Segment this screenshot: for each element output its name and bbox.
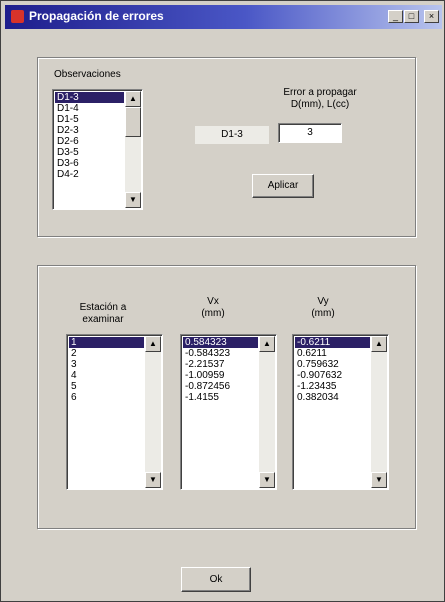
- station-list[interactable]: 123456 ▲ ▼: [66, 334, 163, 490]
- vy-item[interactable]: -1.23435: [295, 381, 370, 392]
- scroll-up-icon[interactable]: ▲: [371, 336, 387, 352]
- station-item[interactable]: 1: [69, 337, 144, 348]
- close-icon[interactable]: ×: [424, 10, 439, 23]
- current-observation: D1-3: [195, 126, 269, 144]
- observation-item[interactable]: D4-2: [55, 169, 124, 180]
- vy-label-line2: (mm): [311, 308, 335, 319]
- vx-item[interactable]: -1.00959: [183, 370, 258, 381]
- observations-label: Observaciones: [54, 69, 121, 80]
- vy-list[interactable]: -0.6211 0.6211 0.759632 -0.907632 -1.23435 0.…: [292, 334, 389, 490]
- vy-items: -0.6211 0.6211 0.759632 -0.907632 -1.23435 0.…: [295, 337, 370, 403]
- station-scrollbar[interactable]: ▲ ▼: [145, 336, 161, 488]
- apply-button[interactable]: Aplicar: [252, 174, 314, 198]
- scroll-down-icon[interactable]: ▼: [125, 192, 141, 208]
- observations-panel: Observaciones D1-3 D1-4 D1-5 D2-3 D2-6 D3-5 D3…: [37, 57, 416, 237]
- vx-item[interactable]: -0.872456: [183, 381, 258, 392]
- station-label-line1: Estación a: [79, 302, 127, 313]
- vx-item[interactable]: -1.4155: [183, 392, 258, 403]
- station-item[interactable]: 2: [69, 348, 144, 359]
- scroll-down-icon[interactable]: ▼: [259, 472, 275, 488]
- observation-item[interactable]: D1-3: [55, 92, 124, 103]
- station-item[interactable]: 3: [69, 359, 144, 370]
- scroll-thumb[interactable]: [125, 107, 141, 137]
- observation-item[interactable]: D2-6: [55, 136, 124, 147]
- scroll-down-icon[interactable]: ▼: [145, 472, 161, 488]
- scroll-up-icon[interactable]: ▲: [125, 91, 141, 107]
- vy-item[interactable]: 0.382034: [295, 392, 370, 403]
- observation-item[interactable]: D1-5: [55, 114, 124, 125]
- station-label-line2: examinar: [82, 314, 124, 325]
- observations-list[interactable]: D1-3 D1-4 D1-5 D2-3 D2-6 D3-5 D3-6 D4-2 ▲ ▼: [52, 89, 143, 210]
- window-title: Propagación de errores: [29, 9, 164, 23]
- vx-label-line2: (mm): [201, 308, 225, 319]
- observation-item[interactable]: D2-3: [55, 125, 124, 136]
- error-label-line1: Error a propagar: [283, 87, 357, 98]
- station-item[interactable]: 4: [69, 370, 144, 381]
- vx-scrollbar[interactable]: ▲ ▼: [259, 336, 275, 488]
- vy-item[interactable]: 0.759632: [295, 359, 370, 370]
- station-item[interactable]: 5: [69, 381, 144, 392]
- station-items: 123456: [69, 337, 144, 403]
- observation-item[interactable]: D3-6: [55, 158, 124, 169]
- maximize-icon[interactable]: □: [404, 10, 419, 23]
- title-bar[interactable]: Propagación de errores _ □ ×: [5, 5, 442, 29]
- vx-item[interactable]: -0.584323: [183, 348, 258, 359]
- results-panel: Estación a examinar Vx (mm) Vy (mm) 1234…: [37, 265, 416, 529]
- observation-item[interactable]: D1-4: [55, 103, 124, 114]
- scroll-up-icon[interactable]: ▲: [259, 336, 275, 352]
- observation-item[interactable]: D3-5: [55, 147, 124, 158]
- ok-button[interactable]: Ok: [181, 567, 251, 592]
- vx-item[interactable]: 0.584323: [183, 337, 258, 348]
- vx-list[interactable]: 0.584323 -0.584323 -2.21537 -1.00959 -0.8724…: [180, 334, 277, 490]
- vx-item[interactable]: -2.21537: [183, 359, 258, 370]
- vy-item[interactable]: -0.907632: [295, 370, 370, 381]
- vy-item[interactable]: 0.6211: [295, 348, 370, 359]
- error-label-line2: D(mm), L(cc): [290, 99, 350, 110]
- error-value-input[interactable]: 3: [278, 123, 342, 143]
- scroll-down-icon[interactable]: ▼: [371, 472, 387, 488]
- observations-items: D1-3 D1-4 D1-5 D2-3 D2-6 D3-5 D3-6 D4-2: [55, 92, 124, 180]
- observations-scrollbar[interactable]: ▲ ▼: [125, 91, 141, 208]
- minimize-icon[interactable]: _: [388, 10, 403, 23]
- vy-label-line1: Vy: [317, 296, 329, 307]
- station-item[interactable]: 6: [69, 392, 144, 403]
- scroll-up-icon[interactable]: ▲: [145, 336, 161, 352]
- vx-label-line1: Vx: [207, 296, 219, 307]
- main-window: Propagación de errores _ □ × Observacion…: [0, 0, 445, 602]
- vy-scrollbar[interactable]: ▲ ▼: [371, 336, 387, 488]
- vx-items: 0.584323 -0.584323 -2.21537 -1.00959 -0.8724…: [183, 337, 258, 403]
- vy-item[interactable]: -0.6211: [295, 337, 370, 348]
- app-icon: [11, 10, 24, 23]
